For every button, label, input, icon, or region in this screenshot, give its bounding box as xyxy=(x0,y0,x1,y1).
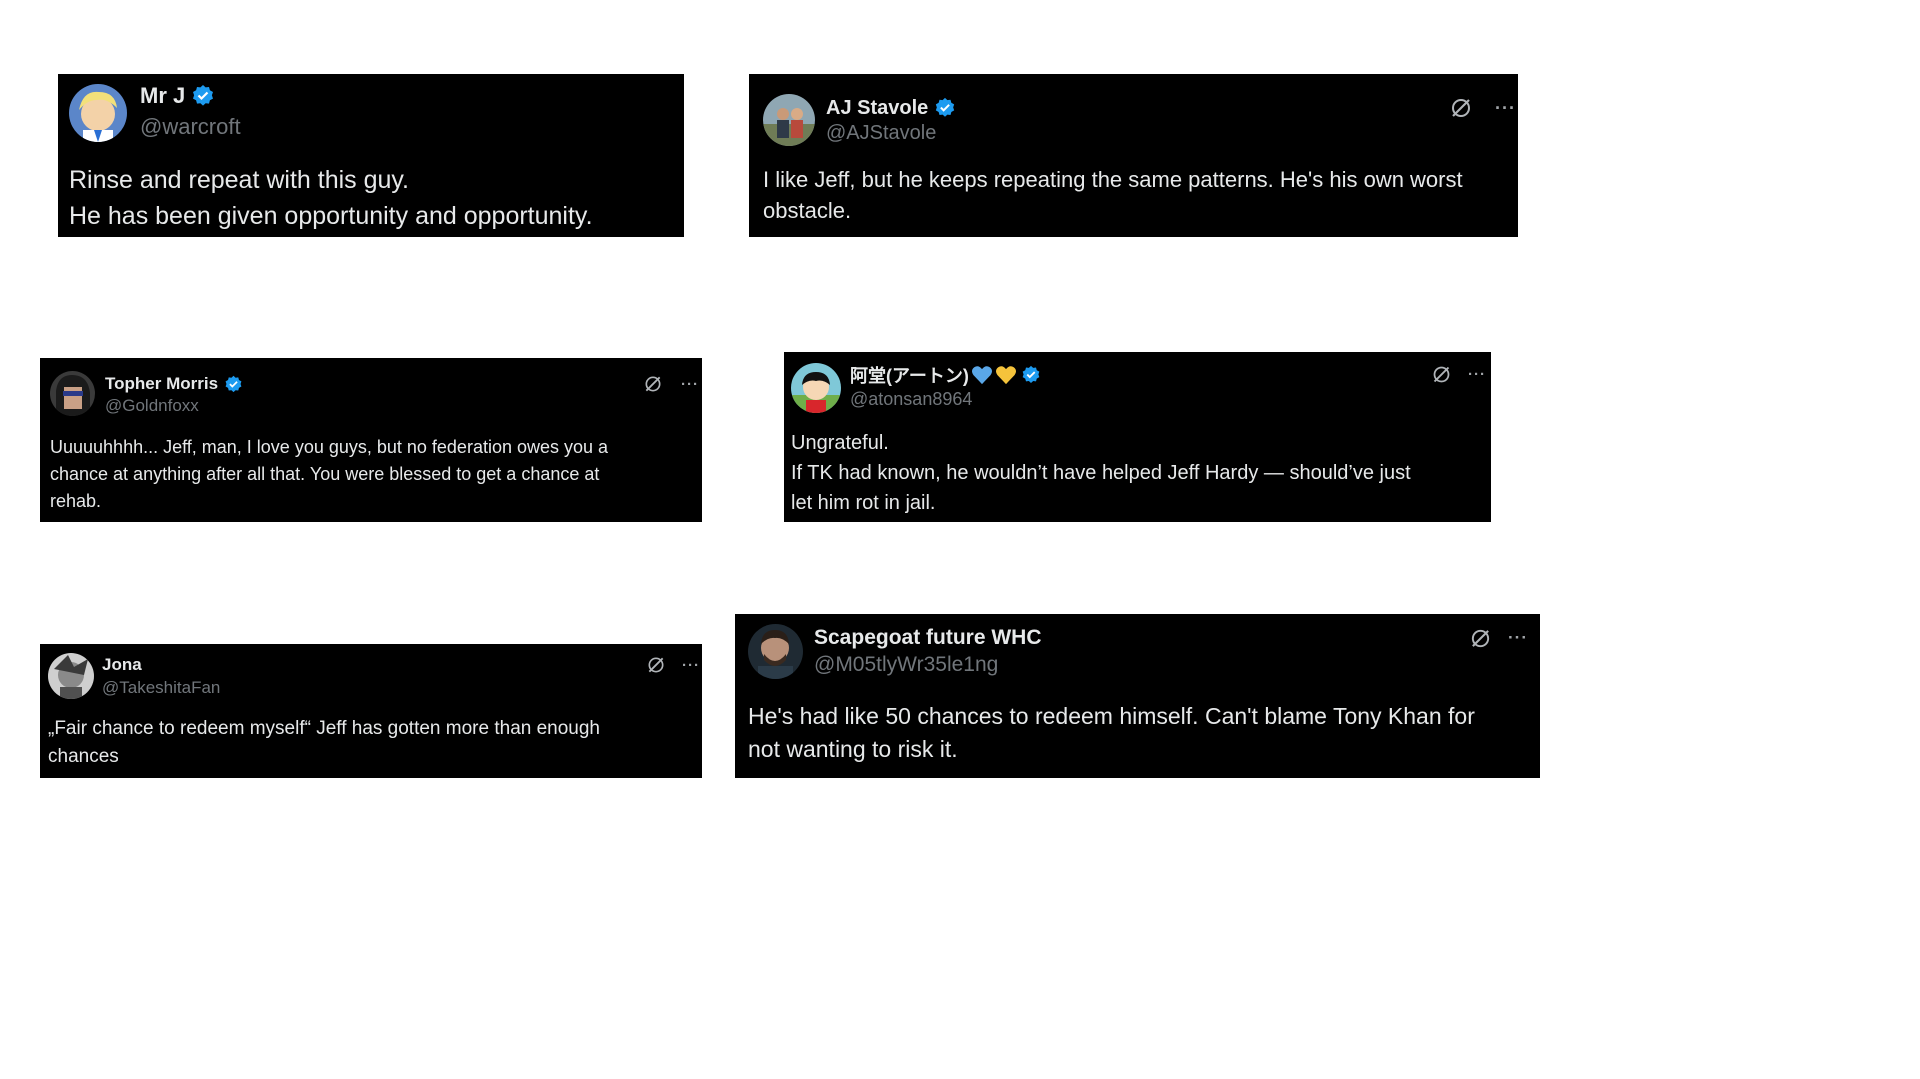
avatar[interactable] xyxy=(763,94,815,146)
display-name[interactable]: Topher Morris xyxy=(105,374,218,394)
tweet-card-scapegoat: Scapegoat future WHC @M05tlyWr35le1ng ··… xyxy=(735,614,1540,778)
avatar[interactable] xyxy=(69,84,127,142)
avatar[interactable] xyxy=(791,363,841,413)
display-name[interactable]: 阿堂(アートン) xyxy=(850,362,969,388)
grok-icon[interactable] xyxy=(1431,364,1452,385)
more-icon[interactable]: ··· xyxy=(682,657,700,674)
tweet-text-line: „Fair chance to redeem myself“ Jeff has … xyxy=(48,718,601,739)
tweet-text: I like Jeff, but he keeps repeating the … xyxy=(763,164,1463,226)
grok-icon[interactable] xyxy=(646,655,666,675)
tweet-text: Ungrateful. If TK had known, he wouldn’t… xyxy=(791,428,1411,518)
tweet-text-line: He has been given opportunity and opport… xyxy=(69,202,593,230)
yellow-heart-icon xyxy=(995,365,1017,385)
more-icon[interactable]: ··· xyxy=(1495,98,1516,119)
avatar[interactable] xyxy=(50,371,95,416)
user-handle[interactable]: @warcroft xyxy=(140,114,241,140)
user-handle[interactable]: @M05tlyWr35le1ng xyxy=(814,653,998,677)
more-icon[interactable]: ··· xyxy=(681,376,699,393)
grok-icon[interactable] xyxy=(1469,627,1492,650)
tweet-text: Rinse and repeat with this guy. He has b… xyxy=(69,162,593,234)
tweet-text-line: He's had like 50 chances to redeem himse… xyxy=(748,703,1475,729)
tweet-text: Uuuuuhhhh... Jeff, man, I love you guys,… xyxy=(50,434,608,515)
verified-badge-icon xyxy=(934,97,956,119)
user-handle[interactable]: @atonsan8964 xyxy=(850,389,972,410)
user-handle[interactable]: @AJStavole xyxy=(826,122,936,145)
user-handle[interactable]: @Goldnfoxx xyxy=(105,396,199,416)
blue-heart-icon xyxy=(971,365,993,385)
tweet-card-topher-morris: Topher Morris @Goldnfoxx ··· Uuuuuhhhh..… xyxy=(40,358,702,522)
grok-icon[interactable] xyxy=(1449,96,1473,120)
tweet-text-line: chances xyxy=(48,746,119,767)
tweet-text-line: rehab. xyxy=(50,491,102,511)
display-name[interactable]: Jona xyxy=(102,655,142,675)
tweet-text-line: Ungrateful. xyxy=(791,432,889,454)
more-icon[interactable]: ··· xyxy=(1468,366,1486,383)
tweet-card-jona: Jona @TakeshitaFan ··· „Fair chance to r… xyxy=(40,644,702,778)
user-handle[interactable]: @TakeshitaFan xyxy=(102,678,220,698)
tweet-text-line: obstacle. xyxy=(763,198,852,223)
tweet-text: He's had like 50 chances to redeem himse… xyxy=(748,700,1475,766)
more-icon[interactable]: ··· xyxy=(1508,628,1528,648)
display-name[interactable]: Mr J xyxy=(140,83,185,109)
avatar[interactable] xyxy=(48,653,94,699)
tweet-text-line: Uuuuuhhhh... Jeff, man, I love you guys,… xyxy=(50,437,609,457)
tweet-text-line: Rinse and repeat with this guy. xyxy=(69,166,410,194)
tweet-text-line: I like Jeff, but he keeps repeating the … xyxy=(763,167,1463,192)
verified-badge-icon xyxy=(224,375,243,394)
grok-icon[interactable] xyxy=(643,374,663,394)
tweet-text-line: let him rot in jail. xyxy=(791,492,936,514)
display-name[interactable]: AJ Stavole xyxy=(826,97,928,120)
tweet-text-line: If TK had known, he wouldn’t have helped… xyxy=(791,462,1411,484)
avatar[interactable] xyxy=(748,624,803,679)
tweet-card-mr-j: Mr J @warcroft Rinse and repeat with thi… xyxy=(58,74,684,237)
display-name[interactable]: Scapegoat future WHC xyxy=(814,626,1042,650)
tweet-text-line: not wanting to risk it. xyxy=(748,736,958,762)
tweet-text: „Fair chance to redeem myself“ Jeff has … xyxy=(48,715,600,771)
tweet-card-aj-stavole: AJ Stavole @AJStavole ··· I like Jeff, b… xyxy=(749,74,1518,237)
verified-badge-icon xyxy=(1021,365,1041,385)
tweet-text-line: chance at anything after all that. You w… xyxy=(50,464,600,484)
tweet-card-aton: 阿堂(アートン) @atonsan8964 ··· Ungrateful. If… xyxy=(784,352,1491,522)
verified-badge-icon xyxy=(191,84,215,108)
